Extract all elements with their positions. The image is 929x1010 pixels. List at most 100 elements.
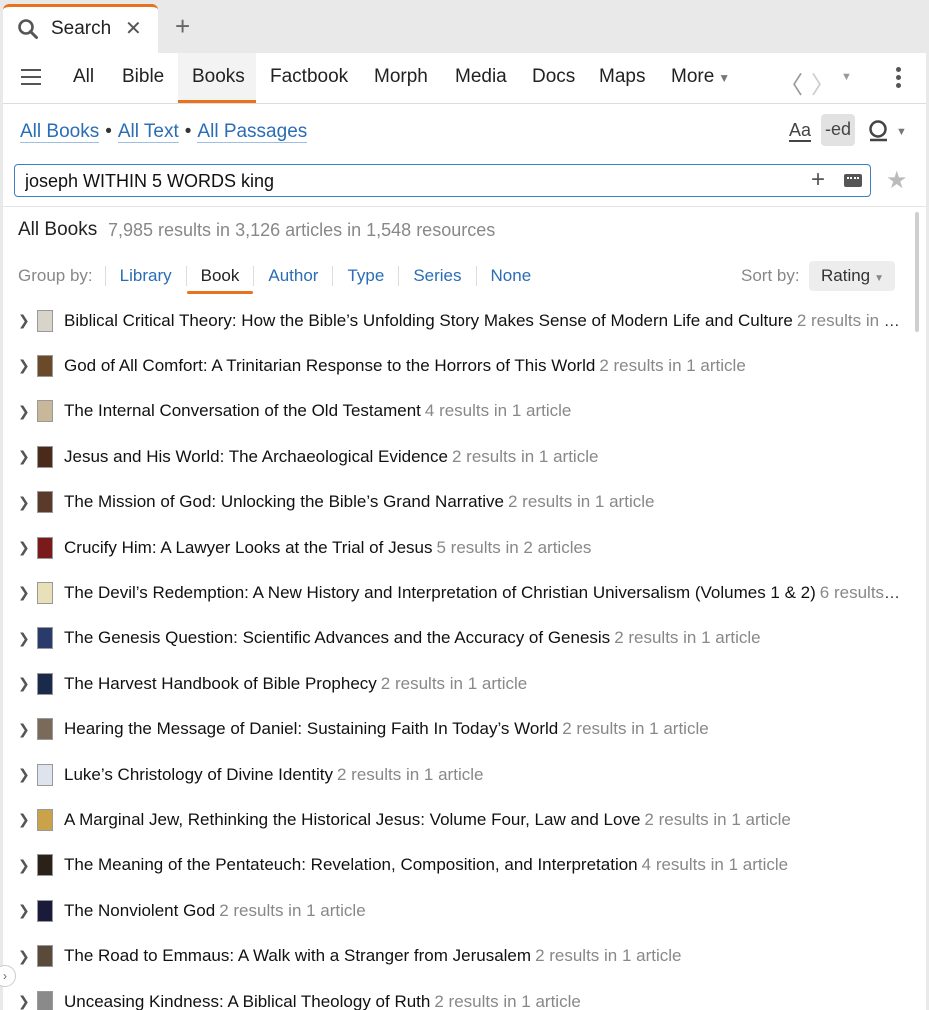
book-cover-icon	[37, 627, 53, 650]
expand-chevron-icon[interactable]: ❯	[18, 993, 30, 1010]
book-title[interactable]: Hearing the Message of Daniel: Sustainin…	[64, 719, 558, 738]
group-by-series[interactable]: Series	[398, 266, 475, 286]
result-text: Biblical Critical Theory: How the Bible’…	[64, 311, 901, 331]
tab-maps[interactable]: Maps	[599, 66, 645, 88]
result-row[interactable]: ❯ The Meaning of the Pentateuch: Revelati…	[3, 843, 913, 888]
scope-passages-link[interactable]: All Passages	[197, 121, 308, 143]
result-row[interactable]: ❯ Crucify Him: A Lawyer Looks at the Tria…	[3, 525, 913, 570]
book-title[interactable]: The Nonviolent God	[64, 901, 215, 920]
result-row[interactable]: ❯ God of All Comfort: A Trinitarian Respo…	[3, 343, 913, 388]
chevron-down-icon: ▼	[874, 273, 885, 284]
tab-media[interactable]: Media	[455, 66, 507, 88]
book-title[interactable]: The Meaning of the Pentateuch: Revelatio…	[64, 855, 638, 874]
search-icon	[17, 18, 39, 45]
chevron-down-icon[interactable]: ▼	[896, 126, 907, 138]
group-by-type[interactable]: Type	[332, 266, 398, 286]
history-dropdown-icon[interactable]: ▼	[841, 71, 852, 83]
book-title[interactable]: A Marginal Jew, Rethinking the Historica…	[64, 810, 640, 829]
scope-books-link[interactable]: All Books	[20, 121, 100, 143]
back-arrow-icon[interactable]: 〈	[779, 65, 803, 100]
expand-chevron-icon[interactable]: ❯	[18, 721, 30, 738]
forward-arrow-icon[interactable]: 〉	[811, 65, 835, 100]
expand-chevron-icon[interactable]: ❯	[18, 494, 30, 511]
expand-chevron-icon[interactable]: ❯	[18, 539, 30, 556]
result-row[interactable]: ❯ Biblical Critical Theory: How the Bible…	[3, 298, 913, 343]
tab-morph[interactable]: Morph	[374, 66, 428, 88]
close-icon[interactable]: ✕	[125, 19, 142, 39]
tab-search[interactable]: Search ✕	[3, 4, 158, 53]
result-text: Unceasing Kindness: A Biblical Theology …	[64, 992, 901, 1010]
new-tab-button[interactable]: +	[175, 13, 190, 39]
tab-bible[interactable]: Bible	[122, 66, 164, 88]
match-case-button[interactable]: Aa	[789, 120, 812, 142]
expand-chevron-icon[interactable]: ❯	[18, 584, 30, 601]
result-row[interactable]: ❯ A Marginal Jew, Rethinking the Historic…	[3, 797, 913, 842]
result-text: The Meaning of the Pentateuch: Revelatio…	[64, 855, 901, 875]
search-options-icon[interactable]	[867, 119, 891, 148]
result-row[interactable]: ❯ Unceasing Kindness: A Biblical Theology…	[3, 979, 913, 1010]
tab-factbook[interactable]: Factbook	[270, 66, 348, 88]
divider	[3, 206, 926, 207]
group-by-book[interactable]: Book	[185, 266, 254, 294]
result-row[interactable]: ❯ The Harvest Handbook of Bible Prophecy 2…	[3, 661, 913, 706]
tab-books[interactable]: Books	[192, 66, 245, 88]
book-title[interactable]: The Devil’s Redemption: A New History an…	[64, 583, 816, 602]
expand-chevron-icon[interactable]: ❯	[18, 811, 30, 828]
expand-chevron-icon[interactable]: ❯	[18, 948, 30, 965]
expand-chevron-icon[interactable]: ❯	[18, 857, 30, 874]
expand-chevron-icon[interactable]: ❯	[18, 312, 30, 329]
group-by-library[interactable]: Library	[104, 266, 186, 286]
result-count: 2 results in 1 article	[535, 946, 682, 966]
more-options-icon[interactable]	[896, 67, 901, 91]
result-row[interactable]: ❯ Jesus and His World: The Archaeological…	[3, 434, 913, 479]
book-cover-icon	[37, 945, 53, 968]
expand-chevron-icon[interactable]: ❯	[18, 630, 30, 647]
book-title[interactable]: The Harvest Handbook of Bible Prophecy	[64, 674, 377, 693]
result-row[interactable]: ❯ Hearing the Message of Daniel: Sustaini…	[3, 707, 913, 752]
tab-all[interactable]: All	[73, 66, 94, 88]
star-icon[interactable]: ★	[886, 166, 908, 195]
book-title[interactable]: The Mission of God: Unlocking the Bible’…	[64, 492, 504, 511]
active-tab-indicator	[178, 100, 256, 103]
book-title[interactable]: The Internal Conversation of the Old Tes…	[64, 401, 421, 420]
book-title[interactable]: Luke’s Christology of Divine Identity	[64, 765, 333, 784]
result-row[interactable]: ❯ The Road to Emmaus: A Walk with a Stran…	[3, 934, 913, 979]
result-row[interactable]: ❯ The Mission of God: Unlocking the Bible…	[3, 480, 913, 525]
book-title[interactable]: The Road to Emmaus: A Walk with a Strang…	[64, 946, 531, 965]
book-title[interactable]: The Genesis Question: Scientific Advance…	[64, 628, 610, 647]
expand-chevron-icon[interactable]: ❯	[18, 357, 30, 374]
group-by-none[interactable]: None	[475, 266, 546, 286]
result-row[interactable]: ❯ Luke’s Christology of Divine Identity 2 …	[3, 752, 913, 797]
book-title[interactable]: Unceasing Kindness: A Biblical Theology …	[64, 992, 430, 1010]
tab-docs[interactable]: Docs	[532, 66, 575, 88]
result-row[interactable]: ❯ The Devil’s Redemption: A New History a…	[3, 570, 913, 615]
sort-by-value: Rating	[821, 266, 871, 285]
keyboard-icon[interactable]	[844, 174, 862, 187]
book-title[interactable]: Biblical Critical Theory: How the Bible’…	[64, 311, 793, 330]
add-term-icon[interactable]: +	[811, 167, 825, 193]
result-row[interactable]: ❯ The Internal Conversation of the Old Te…	[3, 389, 913, 434]
book-cover-icon	[37, 581, 53, 604]
scrollbar-thumb[interactable]	[915, 212, 919, 332]
expand-chevron-icon[interactable]: ❯	[18, 902, 30, 919]
menu-icon[interactable]	[21, 69, 41, 90]
result-count: 2 results in 1 article	[614, 628, 761, 648]
book-title[interactable]: Jesus and His World: The Archaeological …	[64, 447, 448, 466]
expand-chevron-icon[interactable]: ❯	[18, 675, 30, 692]
match-forms-button[interactable]: -ed	[821, 114, 855, 146]
book-title[interactable]: God of All Comfort: A Trinitarian Respon…	[64, 356, 595, 375]
group-by-author[interactable]: Author	[253, 266, 332, 286]
expand-chevron-icon[interactable]: ❯	[18, 766, 30, 783]
sort-by-dropdown[interactable]: Rating ▼	[809, 261, 895, 291]
book-cover-icon	[37, 354, 53, 377]
result-text: Hearing the Message of Daniel: Sustainin…	[64, 719, 901, 739]
scope-text-link[interactable]: All Text	[117, 121, 179, 143]
result-row[interactable]: ❯ The Nonviolent God 2 results in 1 articl…	[3, 888, 913, 933]
search-input[interactable]	[25, 169, 805, 193]
book-title[interactable]: Crucify Him: A Lawyer Looks at the Trial…	[64, 538, 432, 557]
expand-chevron-icon[interactable]: ❯	[18, 448, 30, 465]
result-text: The Nonviolent God 2 results in 1 article	[64, 901, 901, 921]
expand-chevron-icon[interactable]: ❯	[18, 403, 30, 420]
tab-more[interactable]: More ▼	[671, 66, 730, 88]
result-row[interactable]: ❯ The Genesis Question: Scientific Advanc…	[3, 616, 913, 661]
